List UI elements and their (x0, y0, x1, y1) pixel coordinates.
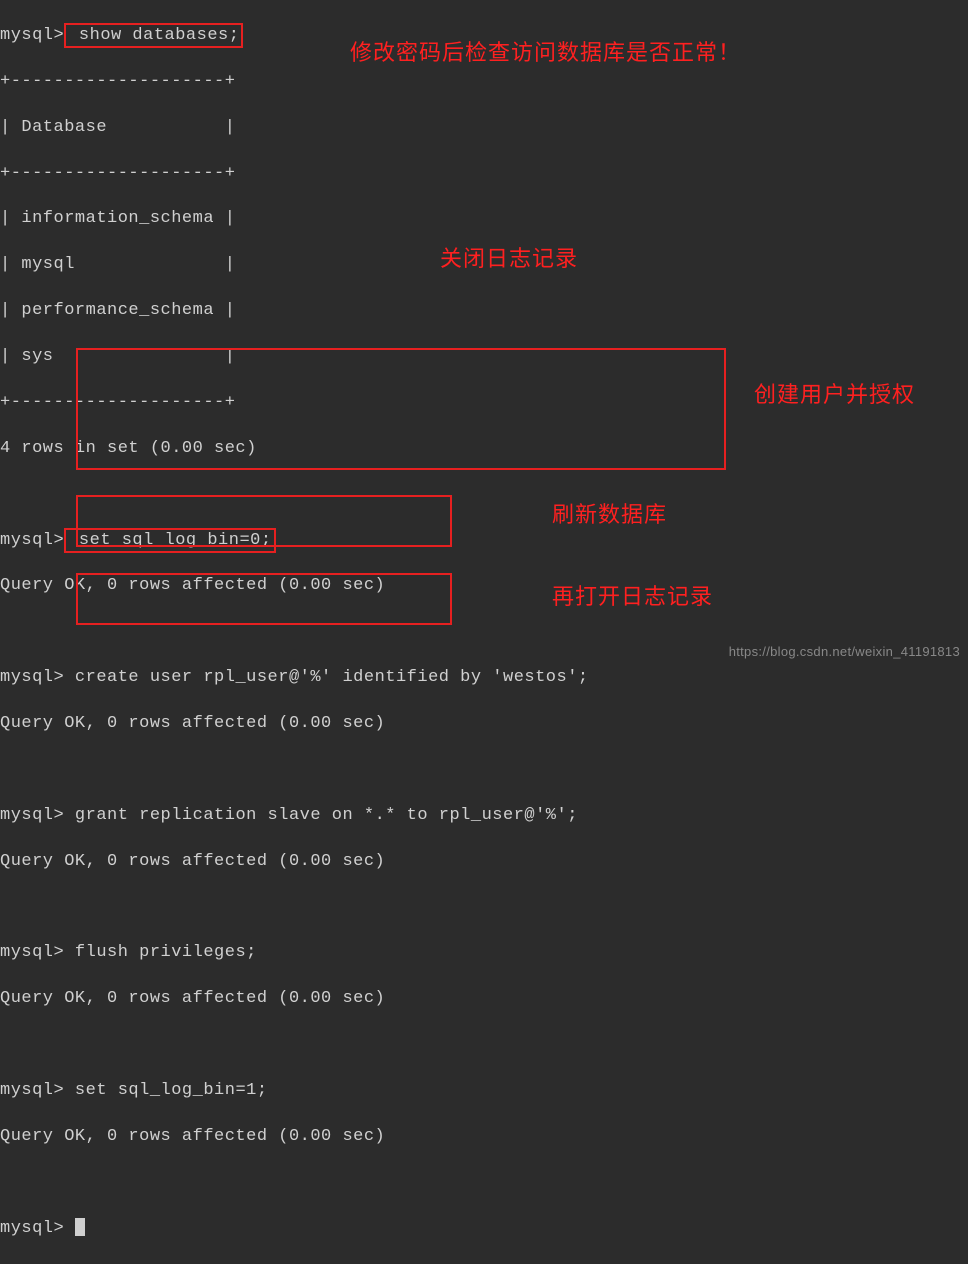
terminal-output[interactable]: mysql> show databases; +----------------… (0, 0, 968, 1264)
table-row: | information_schema | (0, 208, 968, 231)
query-ok: Query OK, 0 rows affected (0.00 sec) (0, 851, 968, 874)
query-ok: Query OK, 0 rows affected (0.00 sec) (0, 575, 968, 598)
table-row: | performance_schema | (0, 300, 968, 323)
cursor-block (75, 1218, 85, 1236)
annotation-log-off: 关闭日志记录 (440, 244, 578, 274)
annotation-create-user: 创建用户并授权 (754, 380, 915, 410)
annotation-check-db: 修改密码后检查访问数据库是否正常！ (350, 38, 741, 68)
query-ok: Query OK, 0 rows affected (0.00 sec) (0, 713, 968, 736)
rows-in-set: 4 rows in set (0.00 sec) (0, 438, 968, 461)
annotation-flush: 刷新数据库 (552, 500, 667, 530)
table-separator: +--------------------+ (0, 71, 968, 94)
annotation-log-on: 再打开日志记录 (552, 582, 713, 612)
highlight-show-databases: show databases; (64, 23, 243, 48)
query-ok: Query OK, 0 rows affected (0.00 sec) (0, 988, 968, 1011)
cmd-flush: mysql> flush privileges; (0, 942, 968, 965)
cmd-grant: mysql> grant replication slave on *.* to… (0, 805, 968, 828)
query-ok: Query OK, 0 rows affected (0.00 sec) (0, 1126, 968, 1149)
highlight-log-off: set sql_log_bin=0; (64, 528, 275, 553)
table-row: | sys | (0, 346, 968, 369)
table-separator: +--------------------+ (0, 163, 968, 186)
prompt-cursor[interactable]: mysql> (0, 1218, 968, 1241)
cmd-log-on: mysql> set sql_log_bin=1; (0, 1080, 968, 1103)
cmd-log-off: mysql> set sql_log_bin=0; (0, 530, 968, 553)
table-header: | Database | (0, 117, 968, 140)
cmd-create-user: mysql> create user rpl_user@'%' identifi… (0, 667, 968, 690)
